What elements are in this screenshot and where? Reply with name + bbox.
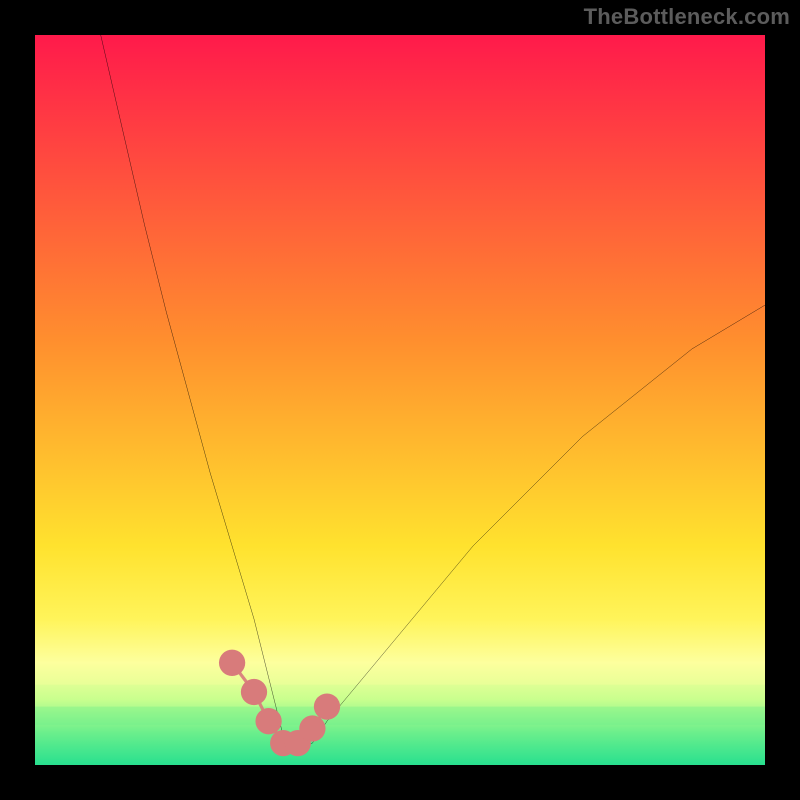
band-pale bbox=[35, 663, 765, 685]
chart-canvas bbox=[35, 35, 765, 765]
chart-frame: TheBottleneck.com bbox=[0, 0, 800, 800]
highlight-dot bbox=[241, 679, 267, 705]
highlight-dot bbox=[299, 715, 325, 741]
highlight-dot bbox=[255, 708, 281, 734]
plot-background bbox=[35, 35, 765, 765]
highlight-dot bbox=[219, 650, 245, 676]
band-green bbox=[35, 707, 765, 725]
highlight-dot bbox=[314, 693, 340, 719]
watermark-text: TheBottleneck.com bbox=[584, 4, 790, 30]
